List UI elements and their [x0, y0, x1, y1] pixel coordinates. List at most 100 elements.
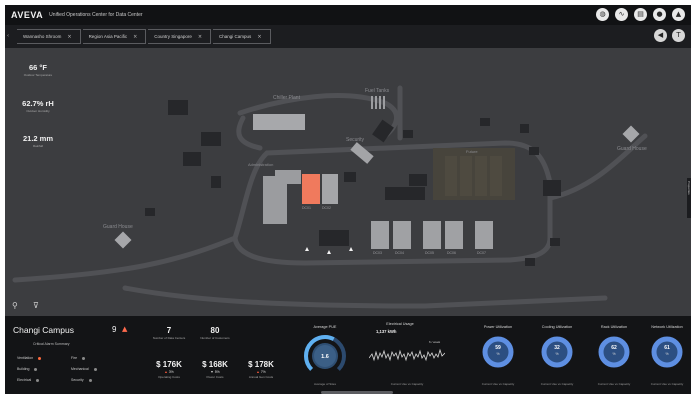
power-util-value: 59	[495, 345, 501, 351]
kpi-delta: ▲ 3%	[149, 370, 189, 374]
rainfall-label: Rainfall	[32, 144, 43, 148]
map-label-fuel-tanks: Fuel Tanks	[365, 88, 390, 94]
campus-dashboard: Changi Campus 9 ▲ Critical Alarm Summary…	[5, 316, 691, 394]
alarm-status-dot	[88, 378, 92, 382]
alarm-mechanical[interactable]: Mechanical	[71, 367, 97, 371]
breadcrumb-label: Changi Campus	[219, 34, 252, 39]
location-pin-icon[interactable]: ⚲	[12, 301, 18, 310]
power-util-donut[interactable]: 59 %	[482, 336, 514, 368]
cooling-util-donut[interactable]: 32 %	[541, 336, 573, 368]
alarm-security[interactable]: Security	[71, 378, 92, 382]
breadcrumb-item-country[interactable]: Country Singapore ×	[148, 29, 212, 44]
lock-icon[interactable]: ▲	[672, 8, 685, 21]
back-icon[interactable]: ◀	[654, 29, 667, 42]
map-label-admin: Administration	[248, 162, 274, 167]
alarm-building[interactable]: Building	[17, 367, 38, 371]
rack-util-title: Rack Utilization	[600, 325, 628, 329]
electrical-sparkline[interactable]	[369, 344, 445, 366]
kpi-label: Number of Data Centers	[152, 336, 186, 340]
alarm-label: Security	[71, 378, 84, 382]
kpi-label: Number of Customers	[200, 336, 230, 340]
alarm-label: Building	[17, 367, 30, 371]
alarm-label: Ventilation	[17, 356, 34, 360]
close-icon[interactable]: ×	[133, 34, 137, 40]
map-label-security: Security	[346, 137, 365, 143]
breadcrumb-label: Country Singapore	[154, 34, 192, 39]
kpi-value: $ 176K	[156, 360, 182, 369]
properties-drawer-label: Properties	[687, 181, 691, 195]
rack-util-donut[interactable]: 62 %	[598, 336, 630, 368]
breadcrumb-item-region[interactable]: Region Asia Pacific ×	[82, 29, 147, 44]
globe-icon[interactable]: ◍	[596, 8, 609, 21]
building-tag: DC04	[395, 251, 404, 255]
kpi-value: $ 168K	[202, 360, 228, 369]
breadcrumb-item-wannasho[interactable]: Wannasho Shroom ×	[17, 29, 81, 44]
alarm-status-dot	[82, 356, 86, 360]
kpi-data-centers[interactable]: 7 Number of Data Centers	[149, 326, 189, 340]
info-icon[interactable]: T	[672, 29, 685, 42]
temperature-label: Outdoor Temperature	[23, 73, 53, 77]
cooling-util-unit: %	[555, 352, 559, 356]
temperature-value: 66 °F	[28, 63, 47, 72]
alarm-count[interactable]: 9	[112, 325, 116, 334]
kpi-value: 7	[166, 326, 172, 335]
alarm-label: Fire	[71, 356, 78, 360]
alarm-status-dot	[38, 356, 42, 360]
network-util-donut[interactable]: 61 %	[651, 336, 683, 368]
building-tag: DC03	[373, 251, 382, 255]
rack-util-value: 62	[611, 345, 617, 351]
kpi-customers[interactable]: 80 Number of Customers	[195, 326, 235, 340]
electrical-title: Electrical Usage	[386, 322, 414, 326]
building-tag: DC02	[322, 206, 331, 210]
breadcrumb-item-campus[interactable]: Changi Campus ×	[213, 29, 271, 44]
pue-foot: Average of Sites	[314, 382, 336, 386]
close-icon[interactable]: ×	[67, 34, 71, 40]
horizontal-scrollbar[interactable]	[321, 391, 393, 394]
alarm-ventilation[interactable]: Ventilation	[17, 356, 42, 360]
header-toolbar: ◍ ∿ ▤ ● ▲	[596, 8, 685, 21]
campus-map[interactable]: Chiller Plant Fuel Tanks Security Guard …	[5, 48, 691, 316]
reports-icon[interactable]: ▤	[634, 8, 647, 21]
alarm-status-dot	[36, 378, 40, 382]
kpi-annual-costs[interactable]: $ 178K ▲ 7% Annual Gen Costs	[241, 360, 281, 379]
alarm-status-dot	[34, 367, 38, 371]
kpi-label: Operating Costs	[158, 375, 180, 379]
power-util-title: Power Utilization	[483, 325, 513, 329]
campus-map-drawing	[12, 85, 648, 309]
kpi-value: $ 178K	[248, 360, 274, 369]
close-icon[interactable]: ×	[257, 34, 261, 40]
breadcrumb-tools: ◀ T	[654, 29, 685, 42]
alarm-bell-icon[interactable]: ▲	[122, 325, 127, 333]
rack-util-unit: %	[612, 352, 616, 356]
rainfall-value: 21.2 mm	[22, 134, 54, 143]
map-label-chiller-plant: Chiller Plant	[273, 95, 300, 101]
alarm-label: Mechanical	[71, 367, 89, 371]
breadcrumb-label: Region Asia Pacific	[88, 34, 128, 39]
breadcrumb-collapse-icon[interactable]: ‹	[7, 29, 15, 44]
cooling-util-foot: Current Use vs Capacity	[540, 382, 574, 386]
power-util-unit: %	[496, 352, 500, 356]
top-header: AVEVA Unified Operations Center for Data…	[5, 5, 691, 25]
kpi-power-costs[interactable]: $ 168K ▼ 5% Power Costs	[195, 360, 235, 379]
network-util-foot: Current Use vs Capacity	[650, 382, 684, 386]
close-icon[interactable]: ×	[198, 34, 202, 40]
alarm-label: Electrical	[17, 378, 32, 382]
chart-icon[interactable]: ∿	[615, 8, 628, 21]
user-icon[interactable]: ●	[653, 8, 666, 21]
alarm-fire[interactable]: Fire	[71, 356, 86, 360]
building-tag: DC01	[302, 206, 311, 210]
kpi-label: Annual Gen Costs	[248, 375, 274, 379]
layers-icon[interactable]: ⊽	[33, 301, 39, 310]
rack-util-foot: Current Use vs Capacity	[597, 382, 631, 386]
network-util-unit: %	[665, 352, 669, 356]
kpi-delta-value: 3%	[168, 370, 174, 374]
trend-up-icon: ▲	[164, 370, 168, 374]
building-tag: DC05	[425, 251, 434, 255]
trend-up-icon: ▲	[256, 370, 260, 374]
kpi-operating-costs[interactable]: $ 176K ▲ 3% Operating Costs	[149, 360, 189, 379]
critical-alarm-title: Critical Alarm Summary	[33, 342, 70, 346]
building-tag: DC06	[447, 251, 456, 255]
alarm-status-dot	[93, 367, 97, 371]
humidity-label: Outdoor Humidity	[26, 109, 50, 113]
alarm-electrical[interactable]: Electrical	[17, 378, 40, 382]
